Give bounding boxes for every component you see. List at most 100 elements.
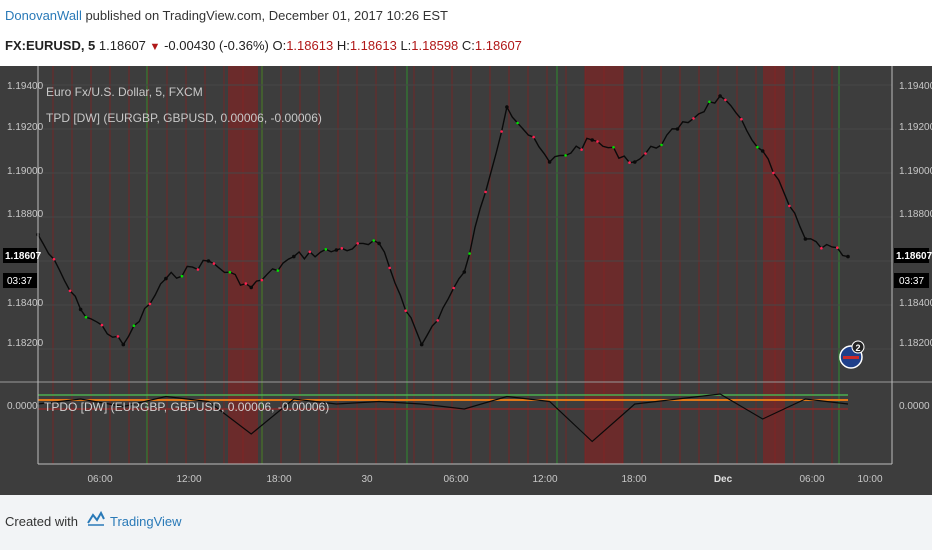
signal-point <box>644 152 647 155</box>
legend-oscillator: TPDO [DW] (EURGBP, GBPUSD, 0.00006, -0.0… <box>44 400 329 414</box>
price-point <box>675 127 680 131</box>
bear-zone-stripe <box>755 66 757 464</box>
us-flag-stripe <box>843 356 859 359</box>
bear-zone <box>763 66 785 464</box>
price-point <box>164 276 168 281</box>
bear-zone-stripe <box>470 66 472 464</box>
signal-point <box>820 246 823 250</box>
time-tick: 12:00 <box>176 474 201 485</box>
signal-point <box>356 242 360 245</box>
bear-zone-stripe <box>432 66 434 464</box>
osc-tick: 0.0000 <box>7 401 38 412</box>
signal-point <box>260 278 264 282</box>
signal-point <box>612 146 615 149</box>
price-point <box>633 160 637 164</box>
publish-line: DonovanWall published on TradingView.com… <box>5 8 448 23</box>
down-triangle-icon: ▼ <box>149 41 161 53</box>
price-point <box>718 94 722 98</box>
author-link[interactable]: DonovanWall <box>5 8 82 23</box>
bear-zone-stripe <box>413 66 415 464</box>
signal-point <box>68 289 72 293</box>
time-tick: 06:00 <box>87 474 112 485</box>
bear-zone-stripe <box>508 66 510 464</box>
symbol-name[interactable]: FX:EURUSD, 5 <box>5 38 95 53</box>
price-tick: 1.19400 <box>899 81 932 92</box>
signal-point <box>756 145 759 149</box>
bear-zone-stripe <box>451 66 453 464</box>
countdown-label: 03:37 <box>899 276 924 287</box>
time-tick: 12:00 <box>532 474 557 485</box>
tradingview-logo-icon <box>87 510 105 526</box>
signal-point <box>596 140 599 143</box>
bear-zone-stripe <box>527 66 529 464</box>
high-value: 1.18613 <box>349 38 397 53</box>
price-point <box>760 149 765 153</box>
legend-instrument: Euro Fx/U.S. Dollar, 5, FXCM <box>46 85 203 99</box>
price-tick: 1.19000 <box>899 166 932 177</box>
price-point <box>292 254 296 259</box>
signal-point <box>132 324 136 328</box>
signal-point <box>116 335 120 338</box>
symbol-line: FX:EURUSD, 5 1.18607 ▼ -0.00430 (-0.36%)… <box>5 38 522 53</box>
time-tick: 30 <box>361 474 373 485</box>
published-text: published on TradingView.com, December 0… <box>81 8 448 23</box>
bear-zone-stripe <box>831 66 833 464</box>
price-point <box>803 237 808 241</box>
low-label: L: <box>400 38 412 53</box>
price-tick: 1.19200 <box>899 122 932 133</box>
signal-point <box>100 323 104 327</box>
signal-point <box>532 135 535 139</box>
signal-point <box>708 100 711 104</box>
open-value: 1.18613 <box>286 38 334 53</box>
price-tick: 1.18200 <box>899 338 932 349</box>
bear-zone-stripe <box>489 66 491 464</box>
chart-background <box>0 66 932 495</box>
signal-point <box>388 266 392 270</box>
price-point <box>590 138 594 142</box>
last-price: 1.18607 <box>98 38 146 53</box>
signal-point <box>516 121 519 125</box>
price-tick: 1.18400 <box>7 298 44 309</box>
time-tick: Dec <box>714 474 733 485</box>
signal-point <box>244 282 248 285</box>
chart-svg[interactable]: Euro Fx/U.S. Dollar, 5, FXCM TPD [DW] (E… <box>0 66 932 495</box>
signal-point <box>228 270 232 274</box>
signal-point <box>404 309 408 312</box>
bear-zone-stripe <box>660 66 662 464</box>
price-tick: 1.18800 <box>7 209 44 220</box>
bear-zone-stripe <box>717 66 719 464</box>
signal-point <box>788 204 791 208</box>
price-point <box>78 307 83 312</box>
signal-point <box>452 286 456 290</box>
price-point <box>505 105 509 109</box>
signal-point <box>500 130 503 133</box>
signal-point <box>196 268 200 271</box>
signal-point <box>148 302 152 306</box>
high-label: H: <box>336 38 350 53</box>
countdown-label: 03:37 <box>7 276 32 287</box>
signal-point <box>212 262 216 265</box>
bear-zone-stripe <box>641 66 643 464</box>
legend-indicator: TPD [DW] (EURGBP, GBPUSD, 0.00006, -0.00… <box>46 111 322 125</box>
signal-point <box>660 143 663 147</box>
signal-point <box>740 117 743 121</box>
time-tick: 10:00 <box>857 474 882 485</box>
close-label: C: <box>461 38 475 53</box>
price-point <box>121 342 126 347</box>
bear-zone-stripe <box>356 66 358 464</box>
current-price-label: 1.18607 <box>5 251 42 262</box>
bear-zone-stripe <box>375 66 377 464</box>
tradingview-link[interactable]: TradingView <box>110 514 182 529</box>
signal-point <box>836 246 839 249</box>
event-count: 2 <box>855 343 860 353</box>
publish-header: DonovanWall published on TradingView.com… <box>0 0 932 66</box>
signal-point <box>628 161 631 164</box>
chart-area[interactable]: Euro Fx/U.S. Dollar, 5, FXCM TPD [DW] (E… <box>0 66 932 495</box>
price-point <box>377 241 381 246</box>
price-point <box>334 248 339 252</box>
bear-zone-stripe <box>698 66 700 464</box>
price-tick: 1.19200 <box>7 122 44 133</box>
signal-point <box>564 154 567 157</box>
price-point <box>206 259 211 263</box>
signal-point <box>308 250 312 254</box>
